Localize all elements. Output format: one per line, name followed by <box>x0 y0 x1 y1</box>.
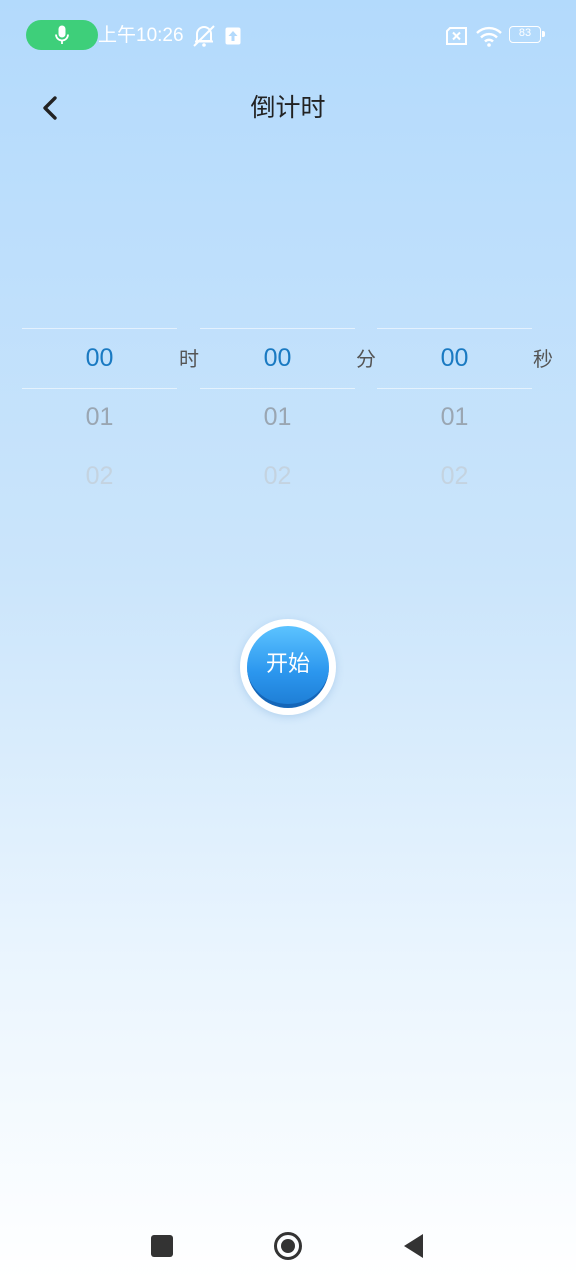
minute-unit-label: 分 <box>356 347 376 371</box>
battery-icon: 83 <box>509 26 545 43</box>
picker-divider <box>200 328 355 329</box>
second-option[interactable]: 01 <box>377 397 532 437</box>
status-time: 上午10:26 <box>98 25 184 46</box>
sim-error-icon <box>446 27 467 45</box>
wifi-icon <box>476 26 502 47</box>
start-button[interactable]: 开始 <box>247 626 329 708</box>
start-button-ring: 开始 <box>240 619 336 715</box>
recent-apps-button[interactable] <box>144 1228 180 1264</box>
minute-option[interactable]: 02 <box>200 456 355 496</box>
upload-icon <box>225 27 241 45</box>
status-bar: 上午10:26 83 <box>0 0 576 72</box>
home-button[interactable] <box>270 1228 306 1264</box>
mute-bell-icon <box>193 25 215 47</box>
hour-unit-label: 时 <box>179 347 199 371</box>
minute-option[interactable]: 01 <box>200 397 355 437</box>
second-unit-label: 秒 <box>533 347 553 371</box>
navigation-bar <box>0 1210 576 1280</box>
hour-option[interactable]: 01 <box>22 397 177 437</box>
hour-selected[interactable]: 00 <box>22 338 177 378</box>
page-title: 倒计时 <box>250 93 326 122</box>
picker-divider <box>200 388 355 389</box>
back-nav-button[interactable] <box>396 1228 432 1264</box>
picker-divider <box>377 328 532 329</box>
second-option[interactable]: 02 <box>377 456 532 496</box>
back-triangle-icon <box>404 1234 423 1258</box>
home-icon <box>274 1232 302 1260</box>
picker-divider <box>22 328 177 329</box>
minute-selected[interactable]: 00 <box>200 338 355 378</box>
picker-divider <box>22 388 177 389</box>
second-selected[interactable]: 00 <box>377 338 532 378</box>
hour-option[interactable]: 02 <box>22 456 177 496</box>
microphone-icon <box>55 25 69 44</box>
picker-divider <box>377 388 532 389</box>
microphone-indicator[interactable] <box>26 20 98 50</box>
recent-apps-icon <box>151 1235 173 1257</box>
